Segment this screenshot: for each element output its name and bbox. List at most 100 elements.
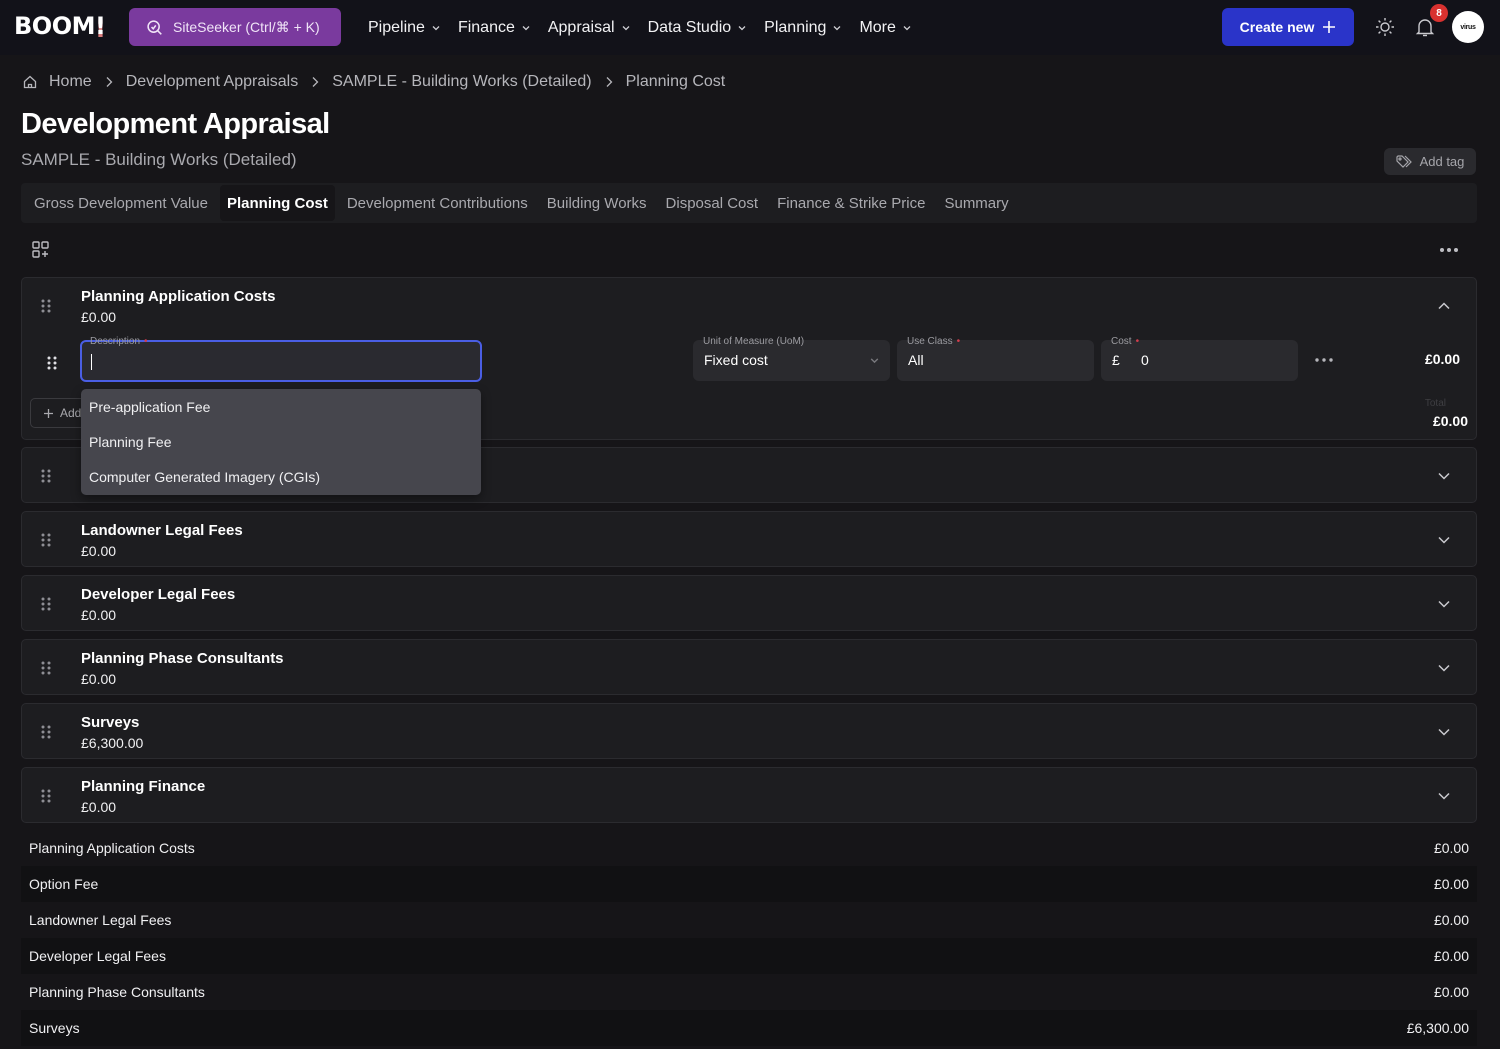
user-avatar[interactable]: virus — [1452, 11, 1484, 43]
chevron-down-icon[interactable] — [1436, 660, 1452, 676]
chevron-down-icon[interactable] — [1436, 596, 1452, 612]
tab-gross-development-value[interactable]: Gross Development Value — [27, 185, 215, 221]
siteseeker-search-icon — [147, 19, 162, 35]
cost-label: Cost • — [1111, 336, 1139, 347]
section-amount: £0.00 — [81, 309, 117, 325]
boom-logo[interactable]: BOOM! — [14, 12, 106, 40]
nav-more[interactable]: More — [859, 19, 911, 37]
section-title: Planning Phase Consultants — [81, 650, 284, 667]
logo-bang: ! — [94, 12, 106, 40]
chevron-down-icon — [903, 25, 911, 30]
tab-planning-cost[interactable]: Planning Cost — [219, 185, 335, 221]
create-new-button[interactable]: Create new — [1222, 8, 1354, 46]
summary-value: £0.00 — [1433, 948, 1469, 964]
nav-label: More — [859, 18, 896, 36]
section-amount: £0.00 — [81, 607, 117, 623]
add-widget-icon[interactable] — [31, 240, 51, 260]
section-amount: £6,300.00 — [81, 735, 144, 751]
drag-handle-icon[interactable] — [40, 596, 52, 612]
nav-pipeline[interactable]: Pipeline — [368, 19, 441, 37]
tab-finance-strike-price[interactable]: Finance & Strike Price — [770, 185, 932, 221]
tab-disposal-cost[interactable]: Disposal Cost — [659, 185, 766, 221]
label-text: Use Class — [907, 336, 953, 347]
chevron-down-icon[interactable] — [1436, 724, 1452, 740]
section-title: Surveys — [81, 714, 140, 731]
nav-label: Data Studio — [647, 18, 732, 36]
row-drag-handle-icon[interactable] — [46, 355, 58, 371]
section-landowner-legal-fees[interactable]: Landowner Legal Fees £0.00 — [21, 511, 1477, 567]
nav-appraisal[interactable]: Appraisal — [548, 19, 631, 37]
summary-label: Option Fee — [29, 876, 99, 892]
section-title: Developer Legal Fees — [81, 586, 236, 603]
chevron-down-icon[interactable] — [1436, 468, 1452, 484]
dropdown-option[interactable]: Computer Generated Imagery (CGIs) — [81, 459, 481, 494]
section-planning-phase-consultants[interactable]: Planning Phase Consultants £0.00 — [21, 639, 1477, 695]
top-navbar: BOOM! SiteSeeker (Ctrl/⌘ + K) Pipeline F… — [0, 0, 1500, 55]
chevron-right-icon — [312, 77, 319, 87]
section-surveys[interactable]: Surveys £6,300.00 — [21, 703, 1477, 759]
chevron-down-icon — [522, 25, 530, 30]
appraisal-tabs: Gross Development Value Planning Cost De… — [21, 183, 1477, 223]
summary-label: Planning Application Costs — [29, 840, 195, 856]
summary-value: £0.00 — [1433, 912, 1469, 928]
label-text: Description — [90, 336, 141, 347]
summary-row: Planning Application Costs £0.00 — [21, 830, 1477, 866]
tab-building-works[interactable]: Building Works — [540, 185, 654, 221]
drag-handle-icon[interactable] — [40, 468, 52, 484]
tab-summary[interactable]: Summary — [937, 185, 1015, 221]
drag-handle-icon[interactable] — [40, 660, 52, 676]
summary-row: Developer Legal Fees £0.00 — [21, 938, 1477, 974]
chevron-down-icon — [622, 25, 630, 30]
section-amount: £0.00 — [81, 799, 117, 815]
uom-value: Fixed cost — [704, 352, 768, 368]
siteseeker-button[interactable]: SiteSeeker (Ctrl/⌘ + K) — [129, 8, 341, 46]
home-icon — [23, 75, 37, 89]
page-subtitle: SAMPLE - Building Works (Detailed) — [21, 150, 297, 169]
section-developer-legal-fees[interactable]: Developer Legal Fees £0.00 — [21, 575, 1477, 631]
breadcrumb: Home Development Appraisals SAMPLE - Bui… — [23, 72, 725, 92]
tab-development-contributions[interactable]: Development Contributions — [340, 185, 535, 221]
add-tag-button[interactable]: Add tag — [1384, 148, 1476, 175]
dropdown-option[interactable]: Planning Fee — [81, 424, 481, 459]
use-class-label: Use Class • — [907, 336, 960, 347]
section-title: Planning Application Costs — [81, 288, 276, 305]
uom-label: Unit of Measure (UoM) — [703, 336, 805, 347]
chevron-down-icon[interactable] — [1436, 532, 1452, 548]
breadcrumb-development-appraisals[interactable]: Development Appraisals — [126, 73, 299, 91]
nav-planning[interactable]: Planning — [764, 19, 842, 37]
drag-handle-icon[interactable] — [40, 724, 52, 740]
more-options-icon[interactable] — [1438, 240, 1460, 260]
siteseeker-label: SiteSeeker (Ctrl/⌘ + K) — [173, 18, 320, 35]
chevron-down-icon — [833, 25, 841, 30]
nav-finance[interactable]: Finance — [458, 19, 531, 37]
create-new-label: Create new — [1239, 19, 1315, 35]
section-planning-finance[interactable]: Planning Finance £0.00 — [21, 767, 1477, 823]
label-text: Cost — [1111, 336, 1132, 347]
summary-value: £0.00 — [1433, 876, 1469, 892]
chevron-down-icon[interactable] — [1436, 788, 1452, 804]
chevron-up-icon[interactable] — [1436, 298, 1452, 314]
chevron-right-icon — [106, 77, 113, 87]
drag-handle-icon[interactable] — [40, 788, 52, 804]
summary-label: Landowner Legal Fees — [29, 912, 172, 928]
add-row-label: Add — [60, 406, 82, 420]
theme-toggle-sun-icon[interactable] — [1374, 16, 1396, 38]
row-options-icon[interactable] — [1314, 355, 1334, 365]
add-tag-label: Add tag — [1419, 154, 1465, 169]
section-title: Landowner Legal Fees — [81, 522, 243, 539]
text-caret — [91, 354, 92, 370]
nav-label: Planning — [764, 18, 827, 36]
drag-handle-icon[interactable] — [40, 532, 52, 548]
required-marker: • — [1135, 336, 1140, 347]
cost-value: 0 — [1141, 352, 1149, 368]
main-menu: Pipeline Finance Appraisal Data Studio P… — [368, 0, 929, 55]
drag-handle-icon[interactable] — [40, 298, 52, 314]
nav-data-studio[interactable]: Data Studio — [648, 19, 748, 37]
dropdown-option[interactable]: Pre-application Fee — [81, 389, 481, 424]
notification-count-badge: 8 — [1430, 4, 1448, 22]
plus-icon — [44, 408, 53, 418]
summary-label: Developer Legal Fees — [29, 948, 166, 964]
breadcrumb-home[interactable]: Home — [49, 73, 92, 91]
breadcrumb-appraisal[interactable]: SAMPLE - Building Works (Detailed) — [332, 73, 591, 91]
section-amount: £0.00 — [81, 543, 117, 559]
